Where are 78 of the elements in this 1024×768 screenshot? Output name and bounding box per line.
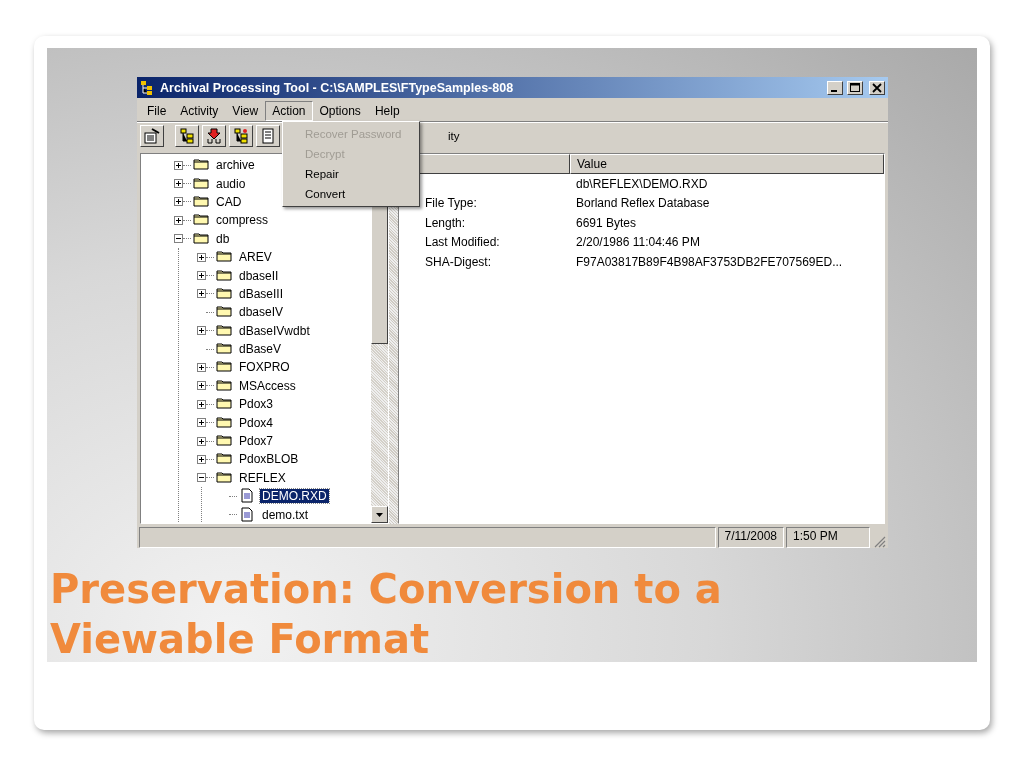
- property-value: 6691 Bytes: [575, 215, 637, 230]
- expand-box[interactable]: [197, 381, 206, 391]
- expand-box[interactable]: [197, 326, 206, 336]
- tree-item[interactable]: MSAccess: [237, 378, 298, 393]
- minimize-button[interactable]: [827, 80, 843, 95]
- tree-item[interactable]: CAD: [214, 194, 244, 209]
- toolbar-label: ity: [448, 130, 460, 142]
- expand-box[interactable]: [174, 215, 183, 225]
- column-header[interactable]: Value: [570, 154, 884, 174]
- tool-button[interactable]: [202, 125, 226, 147]
- close-icon: [872, 82, 882, 93]
- expand-box[interactable]: [174, 160, 183, 170]
- tree-item[interactable]: demo.txt: [260, 507, 311, 522]
- list-icon: [260, 128, 276, 144]
- tool-button[interactable]: [256, 125, 280, 147]
- tool-button[interactable]: [229, 125, 253, 147]
- tree-item[interactable]: Pdox7: [237, 434, 276, 449]
- expand-box[interactable]: [197, 252, 206, 262]
- property-name: Last Modified:: [425, 235, 500, 250]
- properties-tool-button[interactable]: [140, 125, 164, 147]
- menu-item[interactable]: File: [140, 100, 174, 121]
- tree-item[interactable]: Pdox4: [237, 415, 276, 430]
- maximize-icon: [850, 82, 860, 93]
- tree-item[interactable]: REFLEX: [237, 470, 288, 485]
- expand-box[interactable]: [174, 179, 183, 189]
- expand-box[interactable]: [197, 289, 206, 299]
- expand-box[interactable]: [197, 271, 206, 281]
- resize-grip-icon[interactable]: [872, 534, 886, 548]
- tool-button[interactable]: [175, 125, 199, 147]
- menu-item[interactable]: Activity: [173, 100, 226, 121]
- property-value: F97A03817B89F4B98AF3753DB2FE707569ED...: [575, 254, 843, 269]
- tree-item[interactable]: dbaseIV: [237, 305, 286, 320]
- menu-item[interactable]: Options: [312, 100, 368, 121]
- menu-item[interactable]: View: [225, 100, 266, 121]
- expand-box[interactable]: [197, 454, 206, 464]
- tree-item[interactable]: PdoxBLOB: [237, 452, 301, 467]
- menu-item[interactable]: Help: [367, 100, 407, 121]
- tree-item[interactable]: dBaseV: [237, 342, 284, 357]
- down-arrow-icon: [376, 512, 383, 517]
- window-title: Archival Processing Tool - C:\SAMPLES\FTypeSamples-808: [160, 80, 515, 95]
- minimize-icon: [831, 89, 837, 92]
- tree-item[interactable]: compress: [214, 213, 270, 228]
- extract-icon: [206, 128, 222, 144]
- menu-entry[interactable]: Convert: [283, 184, 419, 204]
- menu-item[interactable]: Action: [265, 100, 313, 121]
- tree-item[interactable]: dbaseII: [237, 268, 281, 283]
- close-button[interactable]: [869, 80, 885, 95]
- expand-box[interactable]: [197, 399, 206, 409]
- tree-item[interactable]: audio: [214, 176, 248, 191]
- collapse-box[interactable]: [197, 473, 206, 483]
- property-name: File Type:: [425, 196, 477, 211]
- maximize-button[interactable]: [847, 80, 863, 95]
- menu-entry[interactable]: Repair: [283, 164, 419, 184]
- tree-item[interactable]: db: [214, 231, 232, 246]
- property-value: Borland Reflex Database: [575, 196, 710, 211]
- tree-item[interactable]: archive: [214, 158, 257, 173]
- tree-item[interactable]: dBaseIII: [237, 286, 286, 301]
- property-name: SHA-Digest:: [425, 254, 492, 269]
- tree-item[interactable]: AREV: [237, 250, 274, 265]
- collapse-box[interactable]: [174, 234, 183, 244]
- tree-item[interactable]: FOXPRO: [237, 360, 292, 375]
- status-time: 1:50 PM: [786, 527, 870, 548]
- expand-box[interactable]: [197, 418, 206, 428]
- expand-box[interactable]: [197, 363, 206, 372]
- tree-item[interactable]: dBaseIVwdbt: [237, 323, 312, 338]
- scroll-down-button[interactable]: [371, 506, 388, 523]
- tree-structure-icon: [233, 128, 249, 144]
- tree-item[interactable]: DEMO.RXD: [260, 489, 329, 504]
- expand-box[interactable]: [197, 436, 206, 446]
- properties-icon: [144, 128, 160, 144]
- expand-box[interactable]: [174, 197, 183, 207]
- tree-item[interactable]: Pdox3: [237, 397, 276, 412]
- property-value: db\REFLEX\DEMO.RXD: [575, 176, 708, 191]
- property-value: 2/20/1986 11:04:46 PM: [575, 235, 700, 250]
- status-date: 7/11/2008: [717, 527, 784, 548]
- property-name: Length:: [425, 215, 466, 230]
- slide-title: Preservation: Conversion to a Viewable Format: [50, 565, 723, 664]
- tree-structure-icon: [179, 128, 195, 144]
